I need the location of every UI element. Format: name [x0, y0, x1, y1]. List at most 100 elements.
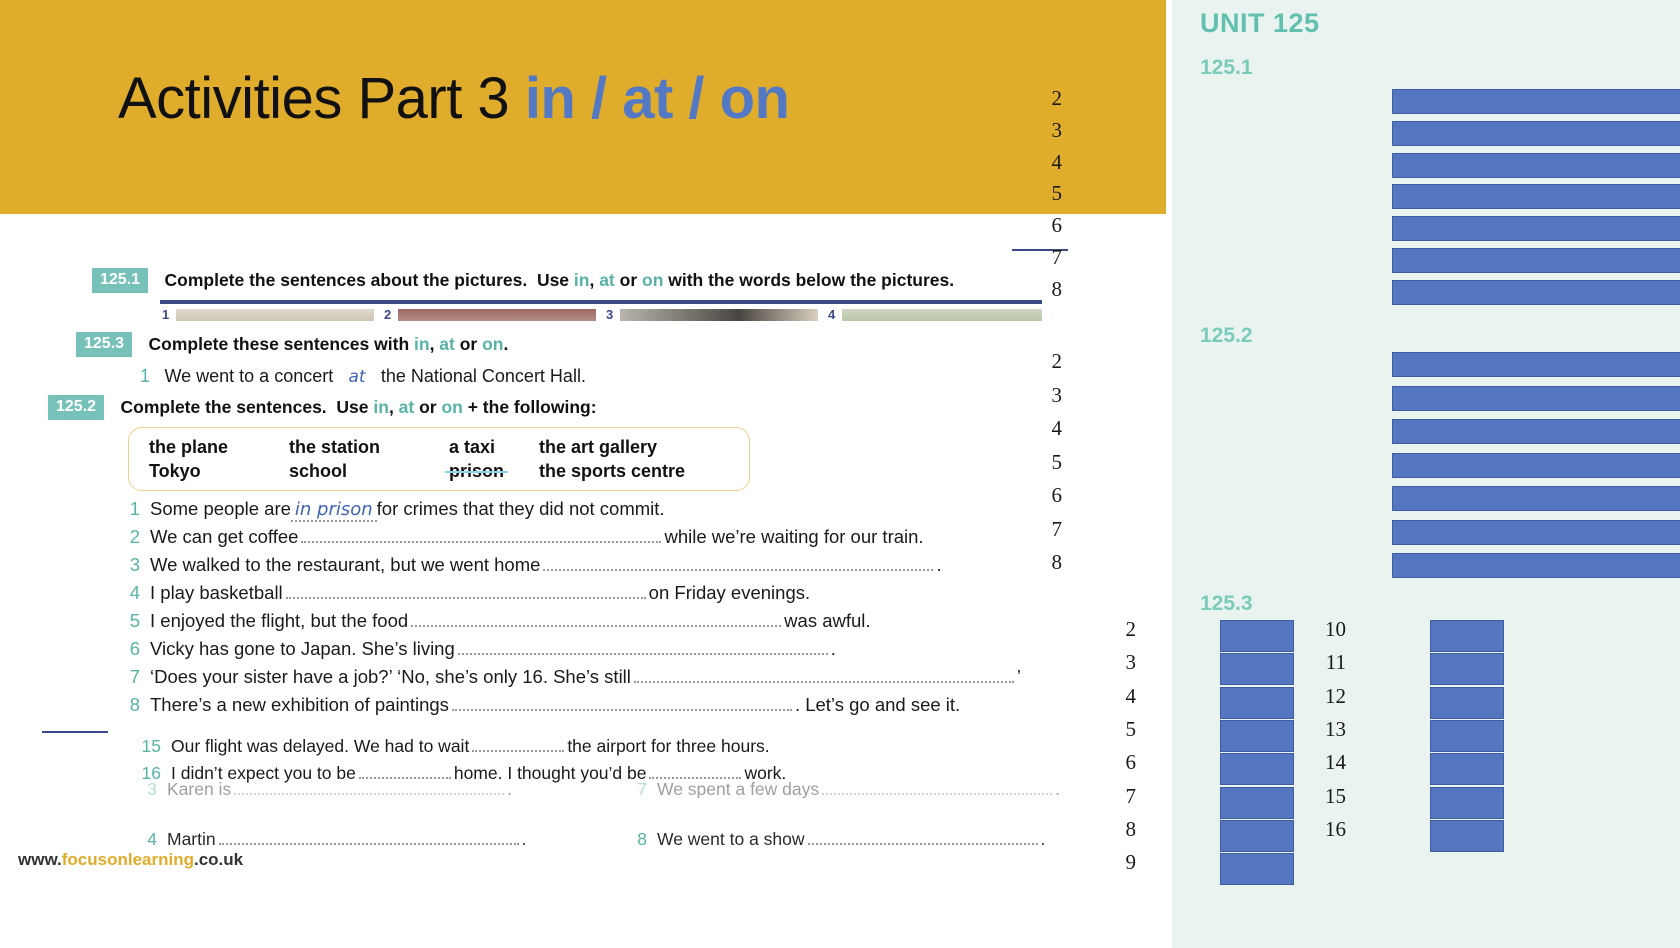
title-banner: Activities Part 3 in / at / on — [0, 0, 1166, 214]
item-number: 8 — [129, 694, 140, 715]
picture-image-3 — [620, 309, 818, 321]
word-bank-item: a taxi — [449, 437, 496, 457]
picture-number-4: 4 — [828, 307, 836, 322]
item-number: 1 — [129, 498, 140, 519]
item-text-before: I play basketball — [150, 582, 283, 603]
answer-bar — [1430, 620, 1504, 652]
answer-bar — [1392, 352, 1680, 377]
footer-url[interactable]: www.focusonlearning.co.uk — [18, 850, 243, 870]
answer-bar — [1392, 120, 1680, 146]
list-item: 4 I play basketball on Friday evenings. — [118, 582, 1118, 610]
item-period: . — [1055, 779, 1060, 798]
word-bank-item: the sports centre — [539, 461, 686, 481]
answer-number: 7 — [1051, 516, 1063, 541]
answer-number: 12 — [1325, 683, 1346, 708]
answer-bar — [1220, 786, 1294, 819]
answer-bar — [1392, 216, 1680, 242]
list-item: 3 We walked to the restaurant, but we wen… — [118, 554, 1118, 582]
answer-bar — [1430, 786, 1504, 819]
item-text-before: There’s a new exhibition of paintings — [150, 694, 449, 715]
item-number: 2 — [129, 526, 140, 547]
answer-bar — [1392, 553, 1680, 578]
answer-blank[interactable] — [633, 666, 1014, 683]
answer-blank[interactable] — [301, 526, 662, 543]
answer-number: 5 — [1051, 181, 1063, 206]
answer-blank[interactable] — [358, 762, 451, 779]
word-bank-row-1: the plane the station a taxi the art galler… — [149, 437, 737, 458]
item-text-after: for crimes that they did not commit. — [376, 498, 665, 519]
item-number: 3 — [147, 779, 157, 798]
answer-number: 5 — [1125, 716, 1137, 741]
answer-blank[interactable] — [822, 778, 1053, 795]
exercise-tag-125-1: 125.1 — [92, 268, 149, 293]
list-item: 5 I enjoyed the flight, but the food was a… — [118, 610, 1118, 638]
answer-number: 3 — [1051, 117, 1063, 142]
item-number: 8 — [637, 829, 647, 849]
picture-thumb-3: 3 — [604, 307, 818, 322]
answer-blank[interactable] — [807, 828, 1038, 845]
answer-number: 15 — [1325, 783, 1346, 808]
answer-bar — [1220, 719, 1294, 752]
unit-title: UNIT 125 — [1200, 8, 1320, 38]
answer-bar — [1392, 419, 1680, 444]
item-answer: in prison — [290, 499, 377, 522]
answer-blank[interactable] — [543, 554, 934, 571]
answer-blank[interactable] — [411, 610, 782, 627]
answer-bar — [1392, 248, 1680, 273]
answer-blank[interactable] — [218, 828, 519, 845]
exercise-125-2-list: 1 Some people are in prison for crimes that… — [118, 498, 1118, 722]
exercise-header-125-3: 125.3 Complete these sentences with in, … — [76, 332, 508, 357]
answer-blank[interactable] — [234, 778, 505, 795]
sidebar-section-title-125-1: 125.1 — [1200, 56, 1253, 79]
answer-number: 4 — [1051, 416, 1063, 440]
picture-strip: 1 2 3 4 — [160, 300, 1042, 322]
exercise-instruction-125-2: Complete the sentences. Use in, at or on… — [120, 397, 597, 417]
answer-number: 2 — [1125, 617, 1137, 641]
item-text-mid: the airport for three hours. — [567, 736, 770, 756]
list-item: 8 There’s a new exhibition of paintings . … — [118, 694, 1118, 722]
item-text-before: I enjoyed the flight, but the food — [150, 610, 409, 631]
answers-sidebar: UNIT 125 125.1 2345678 125.2 2345678 125… — [1052, 0, 1680, 948]
answer-number: 5 — [1051, 449, 1063, 474]
answer-number: 9 — [1125, 850, 1137, 875]
answer-bar — [1392, 152, 1680, 178]
word-bank-item-used: prison — [449, 461, 539, 482]
answer-blank[interactable] — [649, 762, 742, 779]
item-period: . — [521, 829, 527, 849]
picture-thumb-1: 1 — [160, 307, 374, 322]
answer-blank[interactable] — [285, 582, 646, 599]
decor-rule-left — [42, 731, 108, 733]
answer-number: 14 — [1325, 750, 1346, 775]
item-text: We went to a show — [657, 829, 805, 849]
exercise-header-125-1: 125.1 Complete the sentences about the p… — [92, 268, 954, 293]
picture-thumb-4: 4 — [826, 307, 1042, 322]
answer-blank[interactable] — [472, 735, 565, 752]
answer-number: 6 — [1051, 213, 1063, 238]
item-text: We spent a few days — [657, 779, 820, 798]
answer-bar — [1430, 719, 1504, 752]
item-text: Karen is — [167, 779, 232, 798]
title-main: Activities Part 3 — [118, 66, 510, 131]
word-bank-item-struck: prison — [449, 461, 505, 481]
answer-number: 6 — [1125, 750, 1137, 775]
answer-blank[interactable] — [451, 694, 792, 711]
exercise-tag-125-3: 125.3 — [76, 332, 133, 357]
item-text-after: on Friday evenings. — [648, 582, 811, 603]
answer-number: 11 — [1325, 650, 1346, 675]
sidebar-section-title-125-3: 125.3 — [1200, 592, 1253, 615]
answer-bar — [1220, 819, 1294, 852]
answer-bar — [1392, 385, 1680, 411]
answer-bar — [1430, 653, 1504, 686]
answer-bar — [1220, 753, 1294, 786]
exercise-instruction-125-3: Complete these sentences with in, at or … — [148, 334, 509, 354]
ghost-answer-columns: 3 Karen is. 7 We spent a few days. 4 Martin… — [135, 778, 1135, 849]
word-bank-item: the station — [289, 437, 381, 457]
item-number: 5 — [129, 610, 140, 631]
answer-blank[interactable] — [457, 638, 828, 655]
item-number: 6 — [129, 638, 140, 659]
list-item: 15 Our flight was delayed. We had to wait… — [135, 735, 1135, 762]
ghost-line-125-3: 1 We went to a concert at the National C… — [140, 366, 586, 386]
answer-bar — [1220, 620, 1294, 652]
slide-canvas: Activities Part 3 in / at / on 125.1 Com… — [0, 0, 1172, 948]
ghost-cell-left: 3 Karen is. — [135, 778, 615, 798]
